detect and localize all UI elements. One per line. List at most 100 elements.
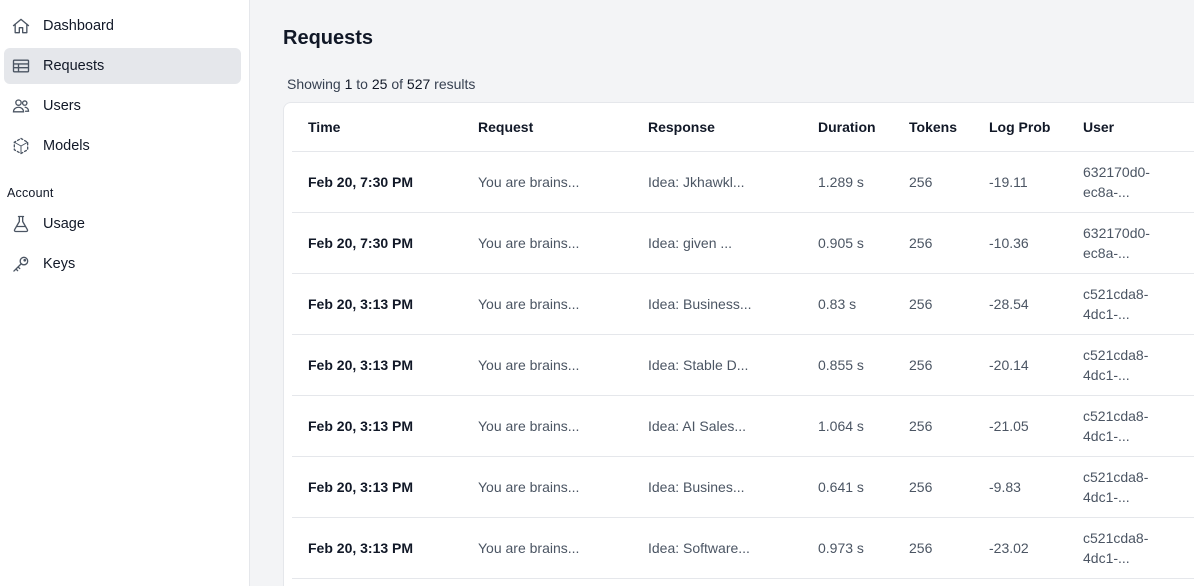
summary-total: 527: [406, 76, 431, 92]
cell-tokens: 256: [893, 517, 973, 579]
requests-table-card: Time Request Response Duration Tokens Lo…: [283, 102, 1194, 586]
cell-response: Idea: Stable D...: [632, 334, 802, 396]
user-id-line1: c521cda8-: [1083, 286, 1149, 302]
sidebar-item-label: Usage: [43, 216, 85, 232]
column-header-duration: Duration: [802, 103, 893, 152]
home-icon: [11, 16, 31, 36]
page-title: Requests: [283, 27, 374, 49]
cell-response: Idea: AI Sales...: [632, 395, 802, 457]
summary-suffix: results: [434, 76, 476, 92]
summary-to: 25: [371, 76, 388, 92]
cell-request: You are brains...: [462, 334, 632, 396]
cell-user: c521cda8- 4dc1-...: [1067, 273, 1194, 335]
cell-user: 632170d0- ec8a-...: [1067, 151, 1194, 213]
cell-user: c521cda8- 4dc1-...: [1067, 334, 1194, 396]
main-content: Requests Showing 1 to 25 of 527 results …: [250, 0, 1194, 586]
table-row[interactable]: Feb 20, 3:13 PM You are brains... Idea: …: [292, 456, 1194, 518]
column-header-response: Response: [632, 103, 802, 152]
cell-duration: 0.855 s: [802, 334, 893, 396]
cell-request: You are brains...: [462, 212, 632, 274]
sidebar-item-keys[interactable]: Keys: [4, 246, 241, 282]
table-row[interactable]: Feb 20, 7:30 PM You are brains... Idea: …: [292, 212, 1194, 274]
user-id-line1: c521cda8-: [1083, 408, 1149, 424]
cell-response: Idea: Busines...: [632, 456, 802, 518]
table-icon: [11, 56, 31, 76]
table-row[interactable]: Feb 20, 3:13 PM You are brains... Idea: …: [292, 517, 1194, 579]
sidebar: Dashboard Requests Users Models Account: [0, 0, 250, 586]
table-row[interactable]: Feb 20, 3:13 PM You are brains... Idea: …: [292, 273, 1194, 335]
sidebar-item-label: Dashboard: [43, 18, 114, 34]
cell-time: Feb 20, 3:13 PM: [292, 273, 462, 335]
cell-user: c521cda8- 4dc1-...: [1067, 395, 1194, 457]
cell-user: c521cda8- 4dc1-...: [1067, 517, 1194, 579]
cube-icon: [11, 136, 31, 156]
cell-time: Feb 20, 3:13 PM: [292, 395, 462, 457]
cell-log-prob: -10.36: [973, 212, 1067, 274]
summary-prefix: Showing: [287, 76, 341, 92]
cell-duration: 0.905 s: [802, 212, 893, 274]
sidebar-item-label: Models: [43, 138, 90, 154]
cell-tokens: 256: [893, 151, 973, 213]
app-shell: Dashboard Requests Users Models Account: [0, 0, 1194, 586]
cell-log-prob: -19.11: [973, 151, 1067, 213]
sidebar-item-usage[interactable]: Usage: [4, 206, 241, 242]
cell-response: Idea: Jkhawkl...: [632, 151, 802, 213]
cell-time: Feb 20, 3:13 PM: [292, 456, 462, 518]
table-row[interactable]: Feb 20, 7:30 PM You are brains... Idea: …: [292, 151, 1194, 213]
cell-time: Feb 20, 3:13 PM: [292, 334, 462, 396]
cell-request: You are brains...: [462, 395, 632, 457]
cell-log-prob: -20.14: [973, 334, 1067, 396]
table-row[interactable]: Feb 20, 3:13 PM You are brains... Idea: …: [292, 334, 1194, 396]
sidebar-item-dashboard[interactable]: Dashboard: [4, 8, 241, 44]
cell-user: c521cda8- 4dc1-...: [1067, 456, 1194, 518]
table-row[interactable]: Feb 20, 3:13 PM You are brains... Idea: …: [292, 395, 1194, 457]
cell-duration: 0.641 s: [802, 456, 893, 518]
cell-duration: 1.064 s: [802, 395, 893, 457]
cell-duration: 0.973 s: [802, 517, 893, 579]
sidebar-item-requests[interactable]: Requests: [4, 48, 241, 84]
cell-time: Feb 20, 3:13 PM: [292, 517, 462, 579]
user-id-line1: 632170d0-: [1083, 225, 1150, 241]
sidebar-item-label: Users: [43, 98, 81, 114]
cell-tokens: 256: [893, 456, 973, 518]
summary-to-word: to: [356, 76, 368, 92]
cell-duration: 0.83 s: [802, 273, 893, 335]
user-id-line1: c521cda8-: [1083, 347, 1149, 363]
user-id-line2: 4dc1-...: [1083, 367, 1130, 383]
cell-tokens: 256: [893, 334, 973, 396]
cell-time: Feb 20, 7:30 PM: [292, 212, 462, 274]
cell-response: Idea: Software...: [632, 517, 802, 579]
cell-time: Feb 20, 7:30 PM: [292, 151, 462, 213]
user-id-line2: 4dc1-...: [1083, 550, 1130, 566]
column-header-time: Time: [292, 103, 462, 152]
summary-of-word: of: [391, 76, 404, 92]
column-header-user: User: [1067, 103, 1194, 152]
cell-request: You are brains...: [462, 456, 632, 518]
column-header-request: Request: [462, 103, 632, 152]
cell-duration: 1.289 s: [802, 151, 893, 213]
user-id-line1: c521cda8-: [1083, 469, 1149, 485]
cell-tokens: 256: [893, 212, 973, 274]
beaker-icon: [11, 214, 31, 234]
user-id-line2: 4dc1-...: [1083, 428, 1130, 444]
cell-log-prob: -28.54: [973, 273, 1067, 335]
user-id-line2: 4dc1-...: [1083, 489, 1130, 505]
user-id-line1: 632170d0-: [1083, 164, 1150, 180]
column-header-tokens: Tokens: [893, 103, 973, 152]
table-header-row: Time Request Response Duration Tokens Lo…: [292, 103, 1194, 152]
sidebar-item-users[interactable]: Users: [4, 88, 241, 124]
cell-user: 632170d0- ec8a-...: [1067, 212, 1194, 274]
sidebar-item-models[interactable]: Models: [4, 128, 241, 164]
user-id-line2: 4dc1-...: [1083, 306, 1130, 322]
key-icon: [11, 254, 31, 274]
results-summary: Showing 1 to 25 of 527 results: [287, 76, 475, 92]
cell-log-prob: -21.05: [973, 395, 1067, 457]
account-section-label: Account: [7, 186, 54, 200]
cell-request: You are brains...: [462, 517, 632, 579]
cell-log-prob: -23.02: [973, 517, 1067, 579]
cell-tokens: 256: [893, 273, 973, 335]
column-header-log-prob: Log Prob: [973, 103, 1067, 152]
user-id-line2: ec8a-...: [1083, 245, 1130, 261]
cell-response: Idea: given ...: [632, 212, 802, 274]
requests-table: Time Request Response Duration Tokens Lo…: [292, 103, 1194, 579]
